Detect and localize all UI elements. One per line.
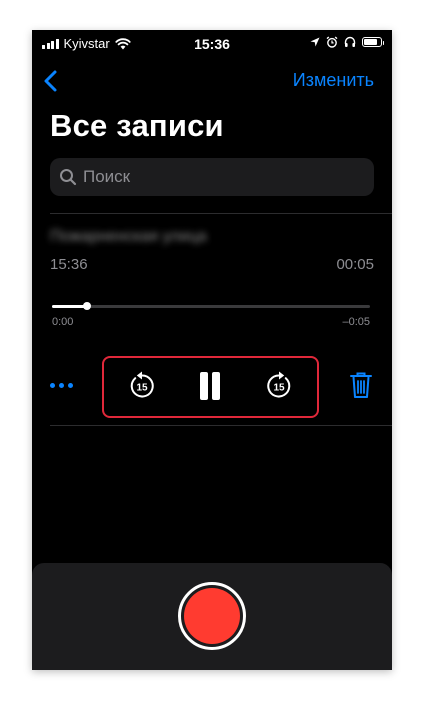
search-input[interactable] (83, 167, 343, 187)
pause-icon[interactable] (194, 370, 226, 402)
search-field[interactable] (50, 158, 374, 196)
more-dots-icon[interactable] (50, 370, 80, 400)
divider (50, 213, 392, 214)
remaining-time: –0:05 (342, 316, 370, 328)
scrubber-handle[interactable] (82, 302, 91, 310)
headphones-icon (344, 36, 356, 47)
status-bar: Kyivstar 15:36 (32, 30, 392, 58)
scrubber-progress (52, 305, 87, 308)
record-icon (184, 588, 240, 644)
record-button[interactable] (178, 582, 246, 650)
divider (50, 425, 392, 426)
recording-duration: 00:05 (336, 256, 374, 273)
elapsed-time: 0:00 (52, 316, 74, 328)
skip-forward-label: 15 (273, 383, 285, 394)
location-icon (310, 37, 320, 47)
back-button[interactable] (40, 68, 64, 94)
battery-icon (362, 37, 384, 47)
recording-name[interactable]: Пожарненская улица (50, 228, 207, 246)
recording-time: 15:36 (50, 256, 88, 273)
skip-back-label: 15 (136, 383, 148, 394)
edit-button[interactable]: Изменить (293, 70, 374, 91)
phone-screen: Kyivstar 15:36 Изменить Все записи Поиск… (32, 30, 392, 670)
skip-forward-15-icon[interactable]: 15 (263, 370, 295, 402)
page-title: Все записи (50, 108, 224, 143)
skip-back-15-icon[interactable]: 15 (126, 370, 158, 402)
search-icon (60, 169, 77, 186)
alarm-icon (326, 36, 338, 48)
playback-scrubber[interactable] (52, 302, 370, 310)
trash-icon[interactable] (348, 370, 374, 400)
